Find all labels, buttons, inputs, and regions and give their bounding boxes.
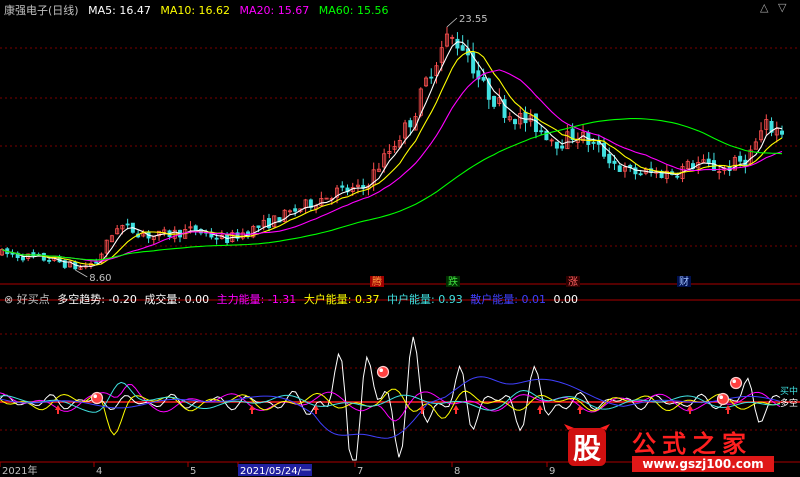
ma5-label: MA5: 16.47 (88, 4, 151, 17)
candle-body (256, 225, 261, 228)
low-pointer (75, 269, 88, 278)
watermark-url: www.gszj100.com (632, 456, 774, 472)
indicator-title: 好买点 (16, 293, 50, 306)
right-label-1: 多空 (780, 397, 798, 409)
stock-title: 康强电子(日线) (4, 4, 79, 17)
candle-body (47, 260, 52, 262)
x-tick-label-1: 4 (96, 466, 102, 477)
x-tick-label-6: 9 (549, 466, 555, 477)
candle-body (633, 167, 638, 175)
buy-arrow (249, 405, 255, 414)
buy-point-marker (376, 365, 390, 379)
candle-body (460, 45, 465, 51)
buy-point-marker (90, 391, 104, 405)
ma60-label: MA60: 15.56 (318, 4, 389, 17)
right-label-0: 买中 (780, 385, 798, 397)
watermark-brand: 公式之家 (632, 430, 752, 458)
candle-body (193, 225, 198, 232)
buy-point-highlight (719, 395, 723, 400)
candle-body (617, 165, 622, 172)
buy-arrow (55, 405, 61, 414)
candle-body (675, 175, 680, 178)
candle-body (612, 160, 617, 164)
candle-body (780, 130, 785, 135)
event-marker-3: 财 (679, 275, 689, 288)
candle-body (340, 185, 345, 188)
candle-body (214, 237, 219, 240)
candle-body (293, 208, 298, 212)
down-arrow-icon[interactable]: ▽ (778, 1, 786, 14)
buy-arrow (453, 405, 459, 414)
candle-body (455, 38, 460, 49)
price-low-label: 8.60 (89, 273, 111, 284)
price-high-label: 23.55 (459, 14, 488, 25)
trend-label: 多空趋势: -0.20 (57, 293, 137, 306)
main-energy-label: 主力能量: -1.31 (216, 293, 297, 306)
logo-char: 股 (573, 432, 601, 465)
candle-body (706, 158, 711, 164)
candle-body (125, 223, 130, 226)
up-arrow-icon[interactable]: △ (760, 1, 768, 14)
event-marker-2: 涨 (568, 276, 578, 288)
watermark-logo: 股 (562, 422, 612, 470)
x-tick-label-4: 7 (357, 466, 363, 477)
event-marker-1: 跌 (448, 275, 458, 288)
candle-body (607, 153, 612, 164)
indicator-header: ⊗ 好买点 多空趋势: -0.20 成交量: 0.00 主力能量: -1.31 … (4, 291, 578, 307)
candle-body (738, 155, 743, 162)
candle-body (591, 142, 596, 144)
candle-body (560, 145, 565, 149)
ma20-label: MA20: 15.67 (239, 4, 310, 17)
retail-energy-label: 散户能量: 0.01 (470, 293, 546, 306)
candle-body (544, 130, 549, 141)
event-marker-0: 腾 (372, 275, 382, 288)
x-tick-label-3: 2021/05/24/一 (240, 466, 311, 477)
ma10-label: MA10: 16.62 (160, 4, 231, 17)
x-tick-label-0: 2021年 (2, 464, 37, 477)
ma60-line (1, 118, 783, 261)
extra-value-label: 0.00 (553, 293, 578, 306)
buy-arrow (577, 405, 583, 414)
candle-body (554, 141, 559, 149)
candle-body (492, 95, 497, 107)
candle-body (513, 119, 518, 125)
main-header: 康强电子(日线) MA5: 16.47 MA10: 16.62 MA20: 15… (4, 2, 388, 18)
buy-point-highlight (379, 368, 384, 373)
candle-body (638, 173, 643, 176)
buy-point-highlight (93, 394, 97, 399)
x-tick-label-2: 5 (190, 466, 196, 477)
candle-body (523, 111, 528, 124)
buy-arrow (537, 405, 543, 414)
buy-point-marker (729, 376, 743, 390)
buy-point-marker (716, 392, 730, 406)
big-energy-label: 大户能量: 0.37 (303, 293, 380, 306)
indicator-close-icon[interactable]: ⊗ (4, 293, 13, 306)
mid-energy-label: 中户能量: 0.93 (387, 293, 463, 306)
x-tick-label-5: 8 (454, 466, 460, 477)
high-pointer (446, 17, 458, 28)
candle-body (539, 130, 544, 133)
volume-label: 成交量: 0.00 (144, 293, 210, 306)
candle-body (408, 120, 413, 128)
candle-body (20, 256, 25, 261)
candle-body (94, 261, 99, 264)
candle-body (481, 77, 486, 81)
candle-body (429, 76, 434, 79)
stock-chart: 23.55 8.60 腾 跌 涨 财买中多空 2021年 4 5 2021/05/24/一 7 8 9 (0, 14, 800, 477)
buy-point-highlight (732, 379, 736, 384)
